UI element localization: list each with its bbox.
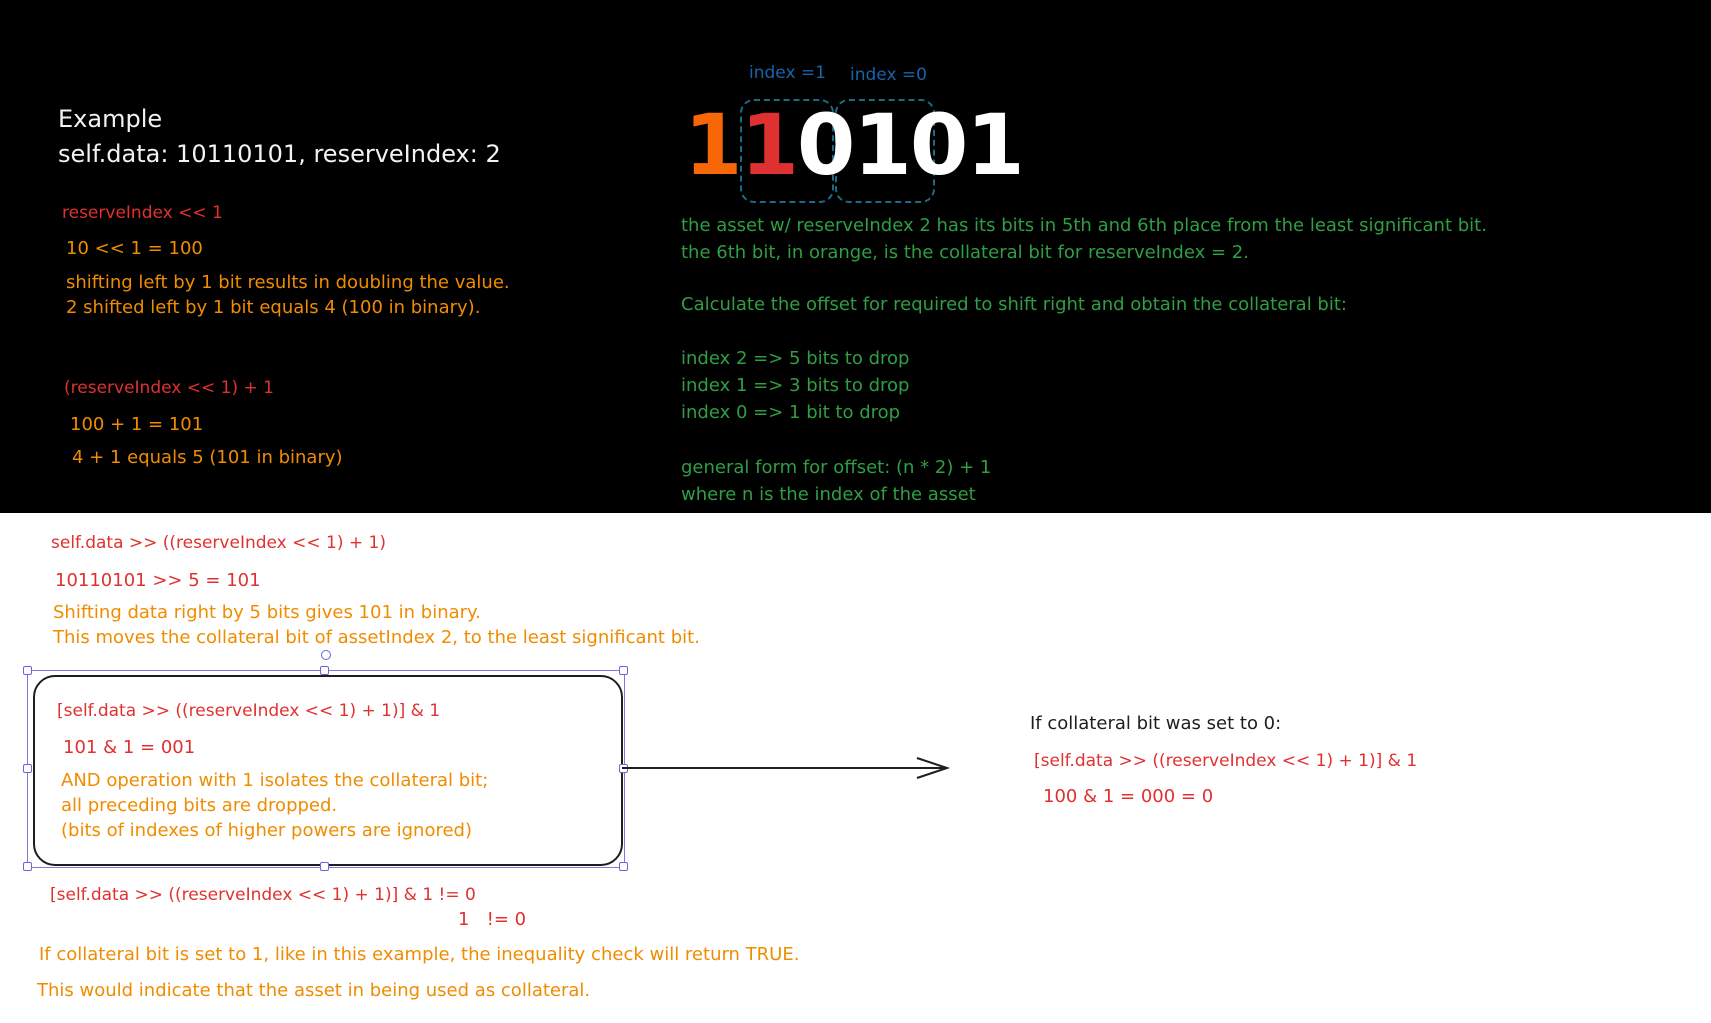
- explanation-line2: the 6th bit, in orange, is the collatera…: [681, 242, 1249, 263]
- inequality-line2: 1 != 0: [458, 909, 527, 930]
- digit-2: 0: [909, 96, 968, 194]
- digit-6: 1: [684, 96, 742, 194]
- explanation-line6: index 0 => 1 bit to drop: [681, 402, 901, 423]
- explanation-line4: index 2 => 5 bits to drop: [681, 348, 910, 369]
- shift-right-line1: Shifting data right by 5 bits gives 101 …: [53, 602, 481, 623]
- explanation-line7: general form for offset: (n * 2) + 1: [681, 457, 992, 478]
- zero-case-title: If collateral bit was set to 0:: [1030, 713, 1282, 734]
- shift-right-line2: This moves the collateral bit of assetIn…: [53, 627, 700, 648]
- resize-handle-ne[interactable]: [619, 666, 628, 675]
- explanation-line1: the asset w/ reserveIndex 2 has its bits…: [681, 215, 1487, 236]
- plus-one-line1: 4 + 1 equals 5 (101 in binary): [72, 447, 343, 468]
- explanation-line5: index 1 => 3 bits to drop: [681, 375, 910, 396]
- shift-left-result: 10 << 1 = 100: [66, 238, 203, 259]
- index-0-label: index =0: [850, 65, 927, 85]
- shift-left-line1: shifting left by 1 bit results in doubli…: [66, 272, 510, 293]
- digit-3: 1: [853, 96, 911, 194]
- digit-1: 1: [966, 96, 1024, 194]
- shift-left-title: reserveIndex << 1: [62, 203, 223, 223]
- inequality-note2: This would indicate that the asset in be…: [37, 980, 591, 1001]
- and-box-line3: (bits of indexes of higher powers are ig…: [61, 820, 472, 841]
- index-1-label: index =1: [749, 63, 826, 83]
- example-subheading: self.data: 10110101, reserveIndex: 2: [58, 140, 501, 168]
- arrow-connector: [622, 757, 951, 779]
- rotate-handle[interactable]: [321, 650, 331, 660]
- and-box-title: [self.data >> ((reserveIndex << 1) + 1)]…: [57, 701, 441, 721]
- inequality-note1: If collateral bit is set to 1, like in t…: [39, 944, 800, 965]
- resize-handle-sw[interactable]: [23, 862, 32, 871]
- shift-right-result: 10110101 >> 5 = 101: [55, 570, 261, 591]
- explanation-line3: Calculate the offset for required to shi…: [681, 294, 1347, 315]
- plus-one-result: 100 + 1 = 101: [70, 414, 204, 435]
- resize-handle-s[interactable]: [320, 862, 329, 871]
- and-box-result: 101 & 1 = 001: [63, 737, 196, 758]
- zero-case-result: 100 & 1 = 000 = 0: [1043, 786, 1214, 807]
- resize-handle-se[interactable]: [619, 862, 628, 871]
- inequality-line1: [self.data >> ((reserveIndex << 1) + 1)]…: [50, 885, 476, 905]
- and-box-line2: all preceding bits are dropped.: [61, 795, 338, 816]
- shift-left-line2: 2 shifted left by 1 bit equals 4 (100 in…: [66, 297, 481, 318]
- shift-right-title: self.data >> ((reserveIndex << 1) + 1): [51, 533, 386, 553]
- digit-5: 1: [740, 96, 798, 194]
- plus-one-title: (reserveIndex << 1) + 1: [64, 378, 274, 398]
- and-box-line1: AND operation with 1 isolates the collat…: [61, 770, 489, 791]
- example-heading: Example: [58, 105, 163, 133]
- resize-handle-n[interactable]: [320, 666, 329, 675]
- binary-digits: 110101: [684, 96, 1025, 194]
- digit-4: 0: [796, 96, 855, 194]
- resize-handle-nw[interactable]: [23, 666, 32, 675]
- resize-handle-w[interactable]: [23, 764, 32, 773]
- zero-case-expr: [self.data >> ((reserveIndex << 1) + 1)]…: [1034, 751, 1418, 771]
- explanation-line8: where n is the index of the asset: [681, 484, 976, 505]
